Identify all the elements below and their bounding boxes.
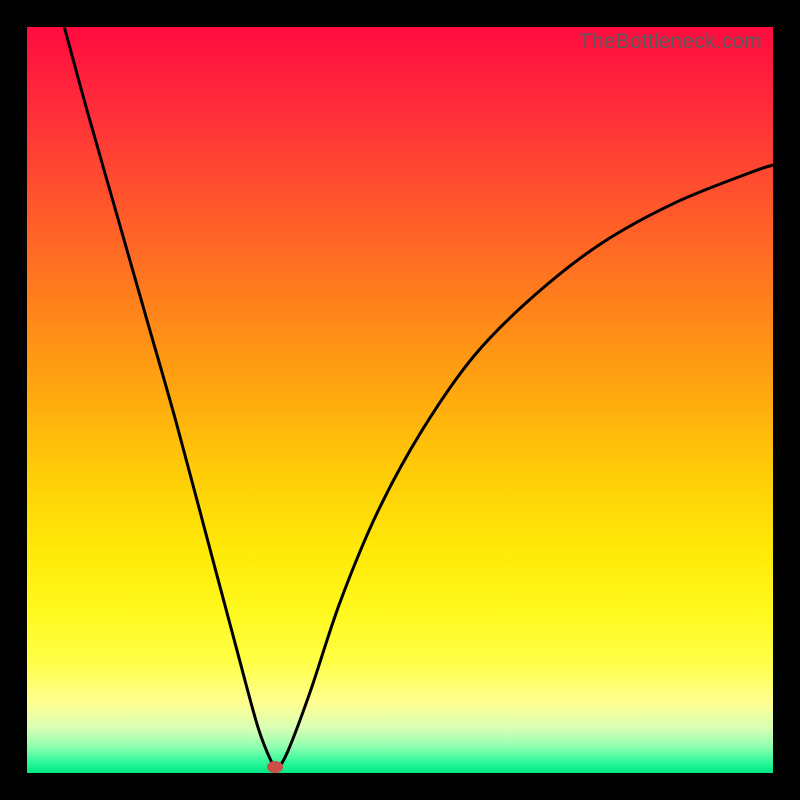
chart-frame: TheBottleneck.com — [0, 0, 800, 800]
optimal-point-marker — [267, 761, 283, 773]
bottleneck-curve — [27, 27, 773, 773]
plot-area: TheBottleneck.com — [27, 27, 773, 773]
watermark-text: TheBottleneck.com — [579, 30, 762, 54]
